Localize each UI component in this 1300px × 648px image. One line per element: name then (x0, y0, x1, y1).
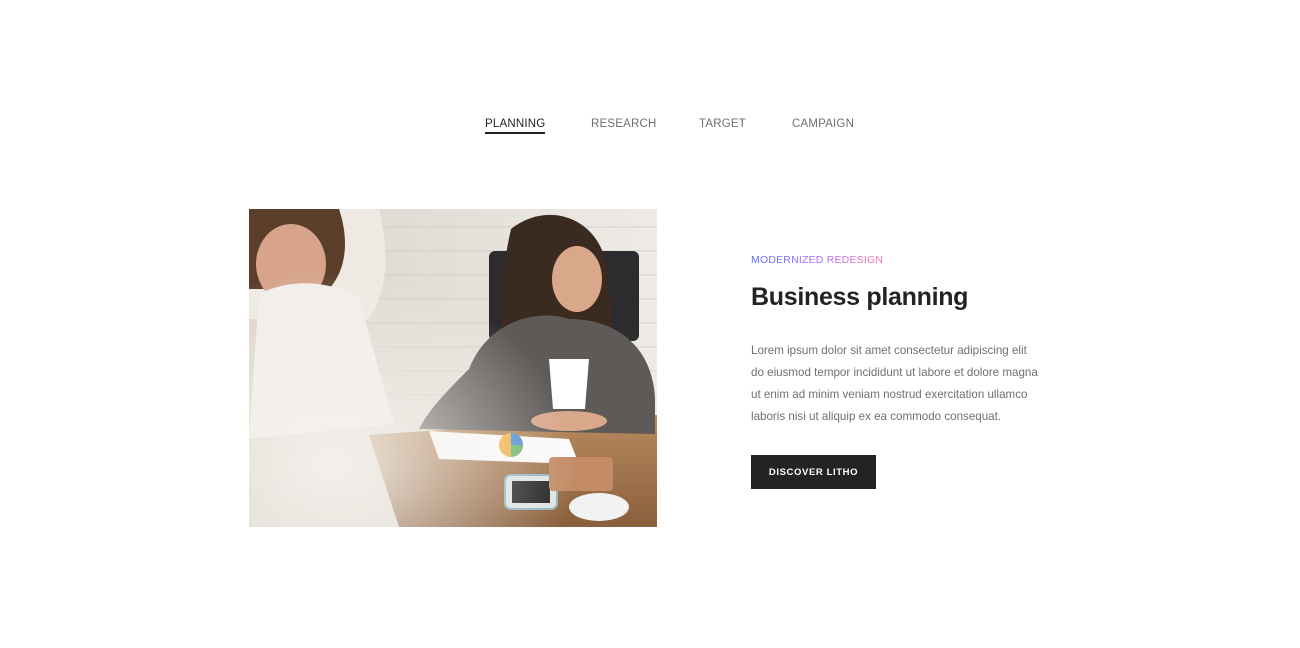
meeting-photo (249, 209, 657, 527)
discover-litho-button[interactable]: DISCOVER LITHO (751, 455, 876, 489)
tab-bar: PLANNING RESEARCH TARGET CAMPAIGN (0, 118, 1300, 140)
tab-research[interactable]: RESEARCH (591, 118, 657, 130)
tab-target[interactable]: TARGET (699, 118, 746, 130)
content-panel: MODERNIZED REDESIGN Business planning Lo… (751, 250, 1071, 489)
section-description: Lorem ipsum dolor sit amet consectetur a… (751, 344, 1038, 423)
tab-campaign[interactable]: CAMPAIGN (792, 118, 854, 130)
eyebrow-label: MODERNIZED REDESIGN (751, 254, 884, 266)
page: PLANNING RESEARCH TARGET CAMPAIGN MODERN… (0, 0, 1300, 648)
section-title: Business planning (751, 283, 969, 311)
tab-planning[interactable]: PLANNING (485, 118, 546, 134)
